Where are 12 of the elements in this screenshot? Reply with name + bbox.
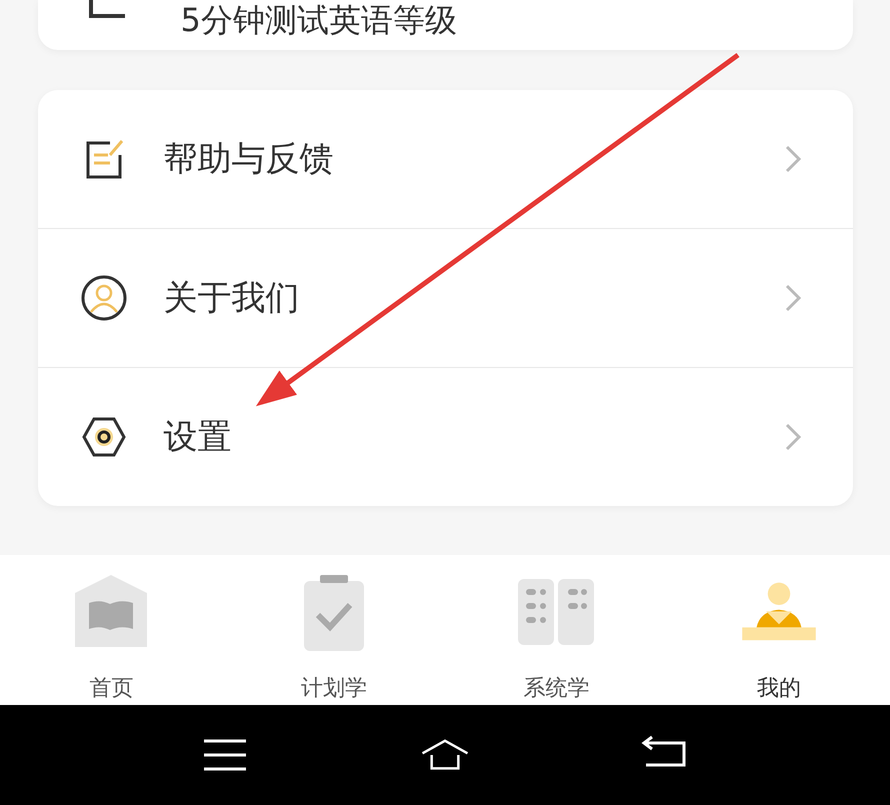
menu-item[interactable]: 帮助与反馈 (38, 90, 852, 228)
menu-label: 设置 (164, 416, 232, 459)
menu-label: 5分钟测试英语等级 (180, 0, 457, 40)
tab[interactable]: 计划学 (222, 555, 445, 705)
menu-item[interactable]: 设置 (38, 367, 852, 506)
tab[interactable]: 系统学 (445, 555, 668, 705)
user-icon (80, 274, 128, 322)
tab[interactable]: 我的 (668, 555, 890, 705)
menu-label: 帮助与反馈 (164, 138, 334, 181)
menu-label: 关于我们 (164, 277, 300, 320)
menu-item[interactable]: 关于我们 (38, 228, 852, 367)
tab[interactable]: 首页 (0, 555, 222, 705)
